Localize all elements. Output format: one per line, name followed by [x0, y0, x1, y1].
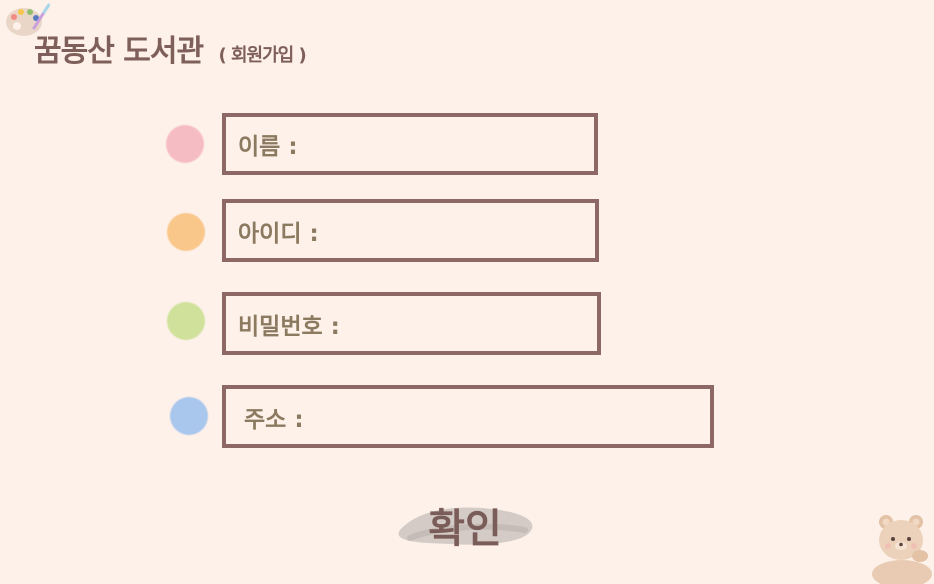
password-input[interactable]	[339, 296, 605, 351]
password-label: 비밀번호 :	[238, 313, 340, 340]
confirm-button[interactable]: 확인	[390, 486, 540, 556]
title-text: 꿈동산 도서관	[34, 34, 204, 69]
confirm-label: 확인	[428, 506, 502, 552]
page-title: 꿈동산 도서관 ( 회원가입 )	[34, 26, 307, 70]
password-field[interactable]: 비밀번호 :	[222, 292, 605, 355]
address-label: 주소 :	[244, 406, 304, 433]
blue-dot-icon	[170, 397, 208, 435]
id-label: 아이디 :	[238, 220, 319, 247]
name-input[interactable]	[297, 117, 594, 171]
address-input[interactable]	[303, 389, 710, 444]
orange-dot-icon	[167, 213, 205, 251]
id-input[interactable]	[318, 203, 595, 258]
address-field[interactable]: 주소 :	[222, 385, 714, 448]
bear-icon	[872, 515, 932, 584]
pink-dot-icon	[166, 125, 204, 163]
page-subtitle: ( 회원가입 )	[218, 45, 307, 66]
green-dot-icon	[167, 302, 205, 340]
name-field[interactable]: 이름 :	[222, 113, 598, 175]
name-label: 이름 :	[238, 134, 298, 160]
id-field[interactable]: 아이디 :	[222, 199, 599, 262]
